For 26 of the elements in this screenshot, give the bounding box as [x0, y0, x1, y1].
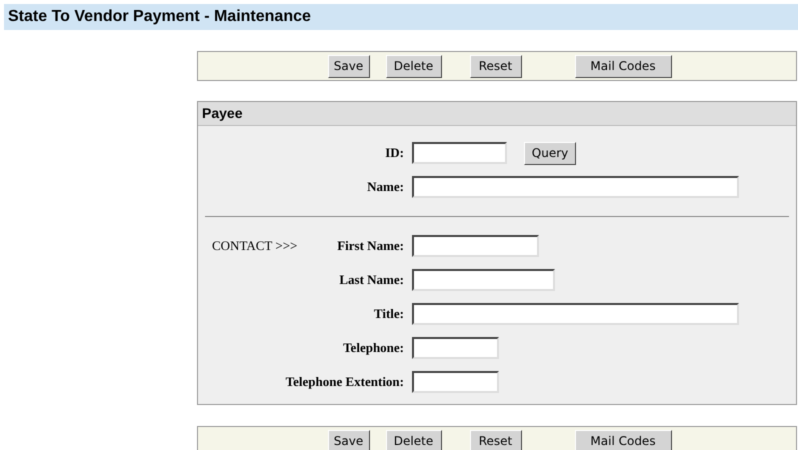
- toolbar-button[interactable]: Save: [328, 430, 370, 450]
- field-label: Telephone Extention:: [286, 374, 404, 390]
- toolbar-button[interactable]: Delete: [386, 430, 442, 450]
- field-label: Title:: [374, 306, 404, 322]
- field-label: Telephone:: [343, 340, 404, 356]
- input-field[interactable]: [412, 142, 507, 164]
- field-label: Last Name:: [339, 272, 404, 288]
- section-label: CONTACT >>>: [212, 238, 298, 254]
- panel-title: Payee: [198, 102, 796, 126]
- query-button[interactable]: Query: [524, 142, 576, 164]
- toolbar-button[interactable]: Reset: [470, 430, 522, 450]
- toolbar-button[interactable]: Mail Codes: [574, 430, 672, 450]
- input-field[interactable]: [412, 235, 539, 257]
- input-field[interactable]: [412, 337, 499, 359]
- input-field[interactable]: [412, 303, 739, 325]
- field-label: First Name:: [337, 238, 404, 254]
- input-field[interactable]: [412, 269, 555, 291]
- input-field[interactable]: [412, 371, 499, 393]
- toolbar-button[interactable]: Reset: [470, 54, 522, 78]
- toolbar-button[interactable]: Mail Codes: [574, 54, 672, 78]
- toolbar-button[interactable]: Save: [328, 54, 370, 78]
- page-title: State To Vendor Payment - Maintenance: [4, 4, 798, 30]
- field-label: ID:: [385, 145, 404, 161]
- input-field[interactable]: [412, 176, 739, 198]
- field-label: Name:: [367, 179, 404, 195]
- toolbar-button[interactable]: Delete: [386, 54, 442, 78]
